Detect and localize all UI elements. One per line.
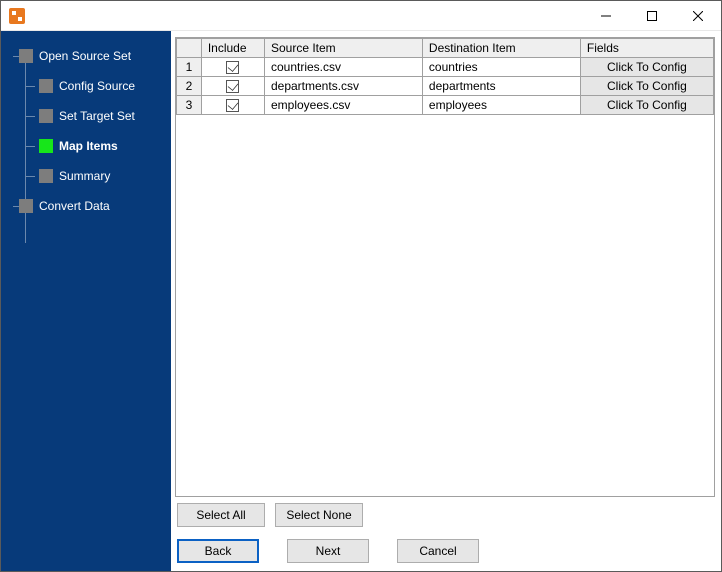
source-item-cell[interactable]: countries.csv	[264, 58, 422, 77]
col-header-dest[interactable]: Destination Item	[422, 39, 580, 58]
step-label: Open Source Set	[39, 49, 131, 63]
step-marker-icon	[39, 139, 53, 153]
step-label: Set Target Set	[59, 109, 135, 123]
fields-cell: Click To Config	[580, 77, 713, 96]
table-row[interactable]: 3 employees.csvemployeesClick To Config	[177, 96, 714, 115]
next-button[interactable]: Next	[287, 539, 369, 563]
row-number: 1	[177, 58, 202, 77]
close-icon	[693, 11, 703, 21]
click-to-config-button[interactable]: Click To Config	[581, 58, 713, 76]
step-marker-icon	[39, 79, 53, 93]
minimize-icon	[601, 11, 611, 21]
back-button[interactable]: Back	[177, 539, 259, 563]
selection-row: Select All Select None	[175, 497, 715, 533]
step-marker-icon	[19, 49, 33, 63]
titlebar	[1, 1, 721, 31]
include-cell[interactable]	[201, 58, 264, 77]
select-none-button[interactable]: Select None	[275, 503, 363, 527]
step-marker-icon	[39, 109, 53, 123]
table-row[interactable]: 1 countries.csvcountriesClick To Config	[177, 58, 714, 77]
table-row[interactable]: 2 departments.csvdepartmentsClick To Conf…	[177, 77, 714, 96]
step-marker-icon	[39, 169, 53, 183]
step-label: Map Items	[59, 139, 118, 153]
maximize-button[interactable]	[629, 1, 675, 31]
close-button[interactable]	[675, 1, 721, 31]
app-icon	[9, 8, 25, 24]
wizard-step-summary[interactable]: Summary	[1, 161, 171, 191]
row-number: 3	[177, 96, 202, 115]
destination-item-cell[interactable]: departments	[422, 77, 580, 96]
include-checkbox[interactable]	[226, 80, 239, 93]
maximize-icon	[647, 11, 657, 21]
click-to-config-button[interactable]: Click To Config	[581, 77, 713, 95]
select-all-button[interactable]: Select All	[177, 503, 265, 527]
include-cell[interactable]	[201, 77, 264, 96]
app-window: Open Source Set Config Source Set Target S…	[0, 0, 722, 572]
row-number: 2	[177, 77, 202, 96]
fields-cell: Click To Config	[580, 96, 713, 115]
main-panel: Include Source Item Destination Item Fie…	[171, 31, 721, 571]
step-label: Convert Data	[39, 199, 110, 213]
cancel-button[interactable]: Cancel	[397, 539, 479, 563]
minimize-button[interactable]	[583, 1, 629, 31]
fields-cell: Click To Config	[580, 58, 713, 77]
wizard-sidebar: Open Source Set Config Source Set Target S…	[1, 31, 171, 571]
wizard-step-convert-data[interactable]: Convert Data	[1, 191, 171, 221]
col-header-source[interactable]: Source Item	[264, 39, 422, 58]
destination-item-cell[interactable]: countries	[422, 58, 580, 77]
col-header-fields[interactable]: Fields	[580, 39, 713, 58]
grid-corner	[177, 39, 202, 58]
include-cell[interactable]	[201, 96, 264, 115]
include-checkbox[interactable]	[226, 61, 239, 74]
col-header-include[interactable]: Include	[201, 39, 264, 58]
click-to-config-button[interactable]: Click To Config	[581, 96, 713, 114]
source-item-cell[interactable]: departments.csv	[264, 77, 422, 96]
items-grid[interactable]: Include Source Item Destination Item Fie…	[175, 37, 715, 497]
step-label: Summary	[59, 169, 110, 183]
step-label: Config Source	[59, 79, 135, 93]
wizard-step-set-target-set[interactable]: Set Target Set	[1, 101, 171, 131]
wizard-step-config-source[interactable]: Config Source	[1, 71, 171, 101]
wizard-step-map-items[interactable]: Map Items	[1, 131, 171, 161]
include-checkbox[interactable]	[226, 99, 239, 112]
destination-item-cell[interactable]: employees	[422, 96, 580, 115]
source-item-cell[interactable]: employees.csv	[264, 96, 422, 115]
step-marker-icon	[19, 199, 33, 213]
wizard-step-open-source-set[interactable]: Open Source Set	[1, 41, 171, 71]
nav-row: Back Next Cancel	[175, 533, 715, 565]
